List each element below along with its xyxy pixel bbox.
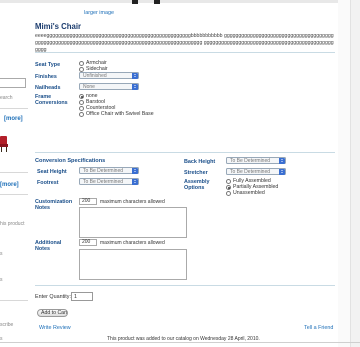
customization-char-counter: 200 bbox=[79, 198, 97, 205]
add-to-cart-button[interactable]: Add to Cart bbox=[37, 309, 68, 317]
chevron-updown-icon bbox=[132, 179, 138, 185]
customization-char-note: maximum characters allowed bbox=[100, 199, 165, 205]
chair-thumbnail[interactable] bbox=[0, 136, 8, 152]
radio-button[interactable] bbox=[79, 105, 84, 111]
customization-notes-label: Customization Notes bbox=[35, 199, 73, 212]
radio-unassembled[interactable]: Unassembled bbox=[226, 190, 265, 196]
sidebar-divider bbox=[0, 108, 28, 109]
radio-button[interactable] bbox=[226, 184, 231, 190]
stretcher-value: To Be Determined bbox=[230, 169, 271, 175]
search-label: earch bbox=[0, 95, 13, 101]
seat-height-select[interactable]: To Be Determined bbox=[79, 167, 139, 174]
divider bbox=[35, 152, 335, 153]
chevron-updown-icon bbox=[132, 168, 138, 174]
sidebar-divider bbox=[0, 194, 28, 195]
radio-button[interactable] bbox=[79, 60, 84, 66]
sidebar-text: s bbox=[0, 277, 3, 283]
divider bbox=[35, 52, 335, 53]
sidebar-product-text: his product bbox=[0, 221, 25, 227]
chevron-updown-icon bbox=[132, 84, 138, 90]
page-bottom-divider bbox=[0, 342, 360, 343]
radio-button[interactable] bbox=[79, 93, 84, 99]
quantity-label: Enter Quantity: bbox=[35, 294, 71, 300]
sidebar-divider bbox=[0, 300, 28, 301]
larger-image-link[interactable]: larger image bbox=[84, 10, 114, 16]
vertical-scrollbar[interactable] bbox=[350, 0, 360, 347]
back-height-value: To Be Determined bbox=[230, 158, 271, 164]
chevron-updown-icon bbox=[279, 158, 285, 164]
assembly-options-label: Assembly Options bbox=[184, 179, 210, 192]
sidebar-subscribe-text: scribe bbox=[0, 322, 14, 328]
additional-char-counter: 200 bbox=[79, 239, 97, 246]
conversion-specifications-heading: Conversion Specifications bbox=[35, 158, 106, 164]
product-info: larger image Mimi's Chair eeeegggggggggg… bbox=[32, 0, 336, 347]
seat-height-value: To Be Determined bbox=[83, 168, 124, 174]
tell-a-friend-link[interactable]: Tell a Friend bbox=[304, 325, 333, 331]
nailheads-label: Nailheads bbox=[35, 85, 61, 91]
chevron-updown-icon bbox=[132, 73, 138, 79]
nailheads-value: None bbox=[83, 84, 95, 90]
finishes-value: Unfinished bbox=[83, 73, 107, 79]
frame-conversions-label: Frame Conversions bbox=[35, 94, 68, 107]
radio-button[interactable] bbox=[79, 66, 84, 72]
sidebar-divider bbox=[0, 172, 28, 173]
customization-notes-textarea[interactable] bbox=[79, 207, 187, 238]
product-title: Mimi's Chair bbox=[35, 22, 82, 31]
stretcher-select[interactable]: To Be Determined bbox=[226, 168, 286, 175]
additional-char-note: maximum characters allowed bbox=[100, 240, 165, 246]
back-height-label: Back Height bbox=[184, 159, 216, 165]
back-height-select[interactable]: To Be Determined bbox=[226, 157, 286, 164]
more-link[interactable]: [more] bbox=[0, 182, 19, 188]
finishes-label: Finishes bbox=[35, 74, 57, 80]
sidebar-text: s bbox=[0, 251, 3, 257]
footrest-label: Footrest bbox=[37, 180, 59, 186]
stretcher-label: Stretcher bbox=[184, 170, 208, 176]
divider bbox=[35, 285, 335, 286]
additional-notes-textarea[interactable] bbox=[79, 249, 187, 280]
chevron-updown-icon bbox=[279, 169, 285, 175]
radio-office-chair[interactable]: Office Chair with Swivel Base bbox=[79, 111, 154, 117]
left-sidebar: earch [more] [more] his product s s scri… bbox=[0, 0, 32, 347]
radio-label: Office Chair with Swivel Base bbox=[86, 111, 154, 117]
radio-button[interactable] bbox=[226, 190, 231, 196]
search-input[interactable] bbox=[0, 78, 26, 88]
finishes-select[interactable]: Unfinished bbox=[79, 72, 139, 79]
seat-height-label: Seat Height bbox=[37, 169, 67, 175]
radio-label: Unassembled bbox=[233, 190, 265, 196]
radio-button[interactable] bbox=[79, 99, 84, 105]
additional-notes-label: Additional Notes bbox=[35, 240, 62, 253]
radio-button[interactable] bbox=[79, 111, 84, 117]
nailheads-select[interactable]: None bbox=[79, 83, 139, 90]
footrest-value: To Be Determined bbox=[83, 179, 124, 185]
seat-type-label: Seat Type bbox=[35, 62, 61, 68]
radio-button[interactable] bbox=[226, 178, 231, 184]
more-link[interactable]: [more] bbox=[4, 116, 23, 122]
footrest-select[interactable]: To Be Determined bbox=[79, 178, 139, 185]
write-review-link[interactable]: Write Review bbox=[39, 325, 71, 331]
right-margin bbox=[338, 0, 350, 347]
quantity-input[interactable]: 1 bbox=[71, 292, 93, 301]
product-description: eeeegggggggggggggggggggggggggggggggggggg… bbox=[35, 33, 334, 53]
